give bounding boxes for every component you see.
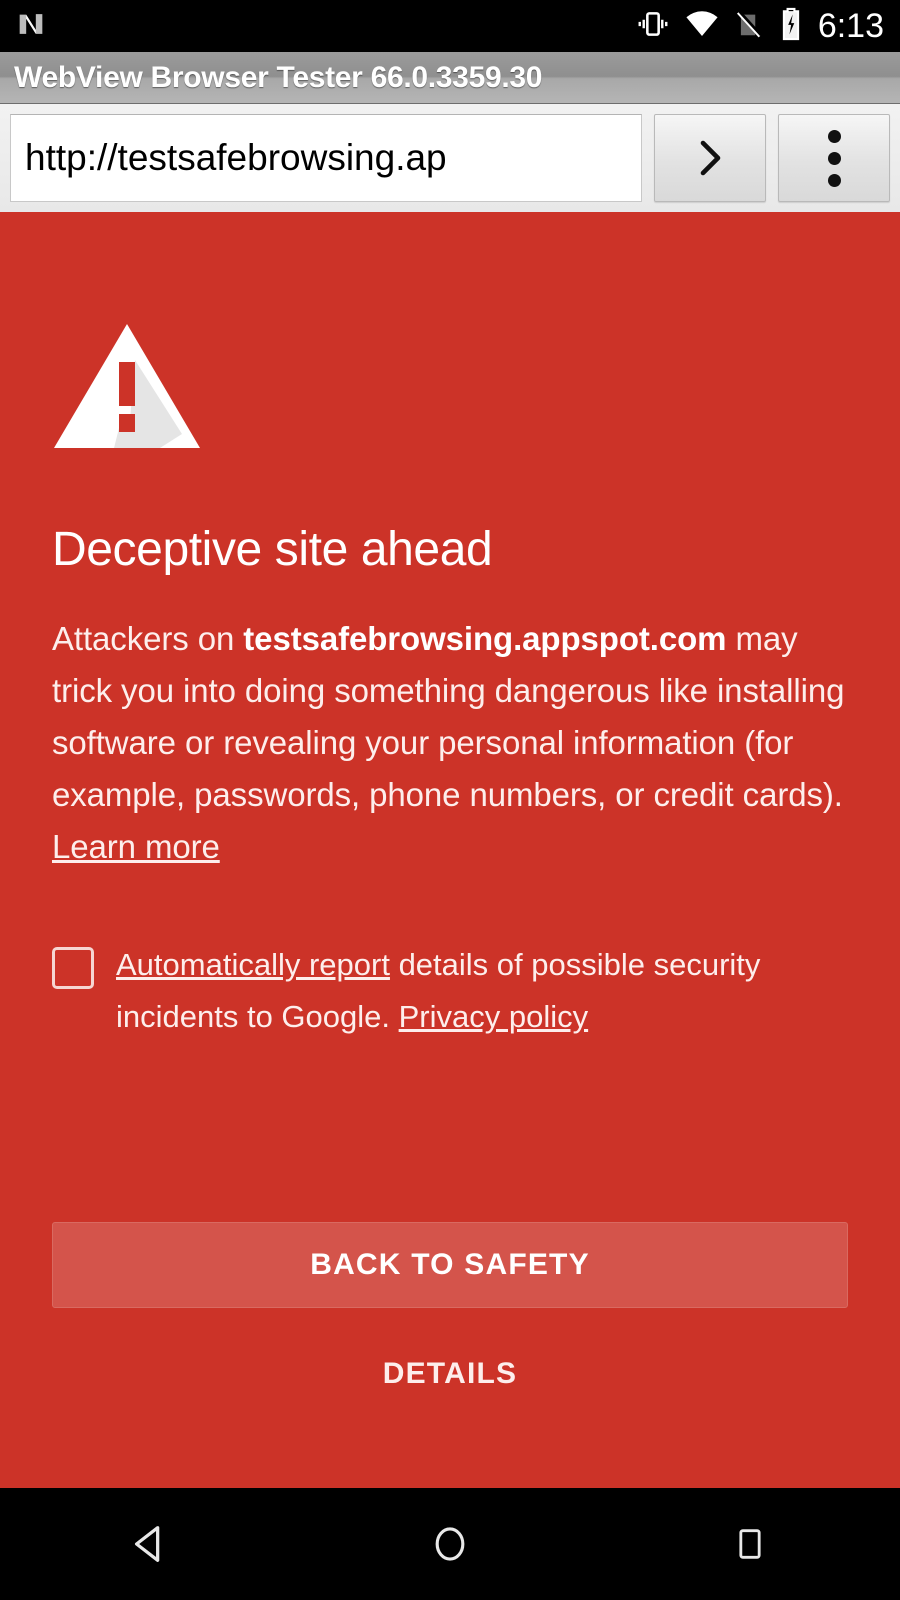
- privacy-policy-link[interactable]: Privacy policy: [399, 999, 589, 1034]
- nav-home-button[interactable]: [380, 1488, 520, 1600]
- app-title-bar: WebView Browser Tester 66.0.3359.30: [0, 52, 900, 104]
- nav-back-button[interactable]: [80, 1488, 220, 1600]
- browser-toolbar: http://testsafebrowsing.ap: [0, 104, 900, 212]
- status-bar: 6:13: [0, 0, 900, 52]
- learn-more-link[interactable]: Learn more: [52, 828, 220, 865]
- home-circle-icon: [435, 1527, 465, 1561]
- vibrate-icon: [636, 7, 670, 46]
- android-n-logo-icon: [14, 7, 48, 46]
- safe-browsing-interstitial: Deceptive site ahead Attackers on testsa…: [0, 212, 900, 1488]
- nav-recents-button[interactable]: [680, 1488, 820, 1600]
- battery-charging-icon: [778, 7, 804, 46]
- interstitial-content: Deceptive site ahead Attackers on testsa…: [0, 212, 900, 1043]
- app-title: WebView Browser Tester 66.0.3359.30: [14, 60, 543, 94]
- wifi-icon: [684, 7, 720, 46]
- back-triangle-icon: [134, 1526, 160, 1562]
- status-bar-clock: 6:13: [817, 7, 884, 45]
- recents-square-icon: [739, 1529, 761, 1559]
- overflow-menu-icon: [827, 129, 841, 187]
- android-navigation-bar: [0, 1488, 900, 1600]
- device-screen: 6:13 WebView Browser Tester 66.0.3359.30…: [0, 0, 900, 1600]
- automatically-report-link[interactable]: Automatically report: [116, 947, 390, 982]
- site-domain: testsafebrowsing.appspot.com: [243, 619, 727, 657]
- automatically-report-checkbox[interactable]: [52, 946, 94, 989]
- body-text-before: Attackers on: [52, 619, 244, 657]
- chevron-right-icon: [700, 140, 721, 176]
- warning-triangle-icon: [52, 322, 202, 450]
- warning-body: Attackers on testsafebrowsing.appspot.co…: [52, 613, 848, 873]
- status-bar-left: [0, 7, 48, 46]
- menu-button[interactable]: [778, 114, 890, 202]
- details-button[interactable]: DETAILS: [0, 1357, 900, 1391]
- report-optin-label: Automatically report details of possible…: [116, 939, 848, 1043]
- no-signal-icon: [734, 7, 764, 46]
- url-input[interactable]: http://testsafebrowsing.ap: [10, 114, 642, 202]
- page-title: Deceptive site ahead: [52, 523, 493, 576]
- back-to-safety-button[interactable]: BACK TO SAFETY: [52, 1222, 848, 1308]
- status-bar-right: 6:13: [636, 0, 900, 52]
- go-button[interactable]: [654, 114, 766, 202]
- report-optin-row[interactable]: Automatically report details of possible…: [52, 939, 848, 1043]
